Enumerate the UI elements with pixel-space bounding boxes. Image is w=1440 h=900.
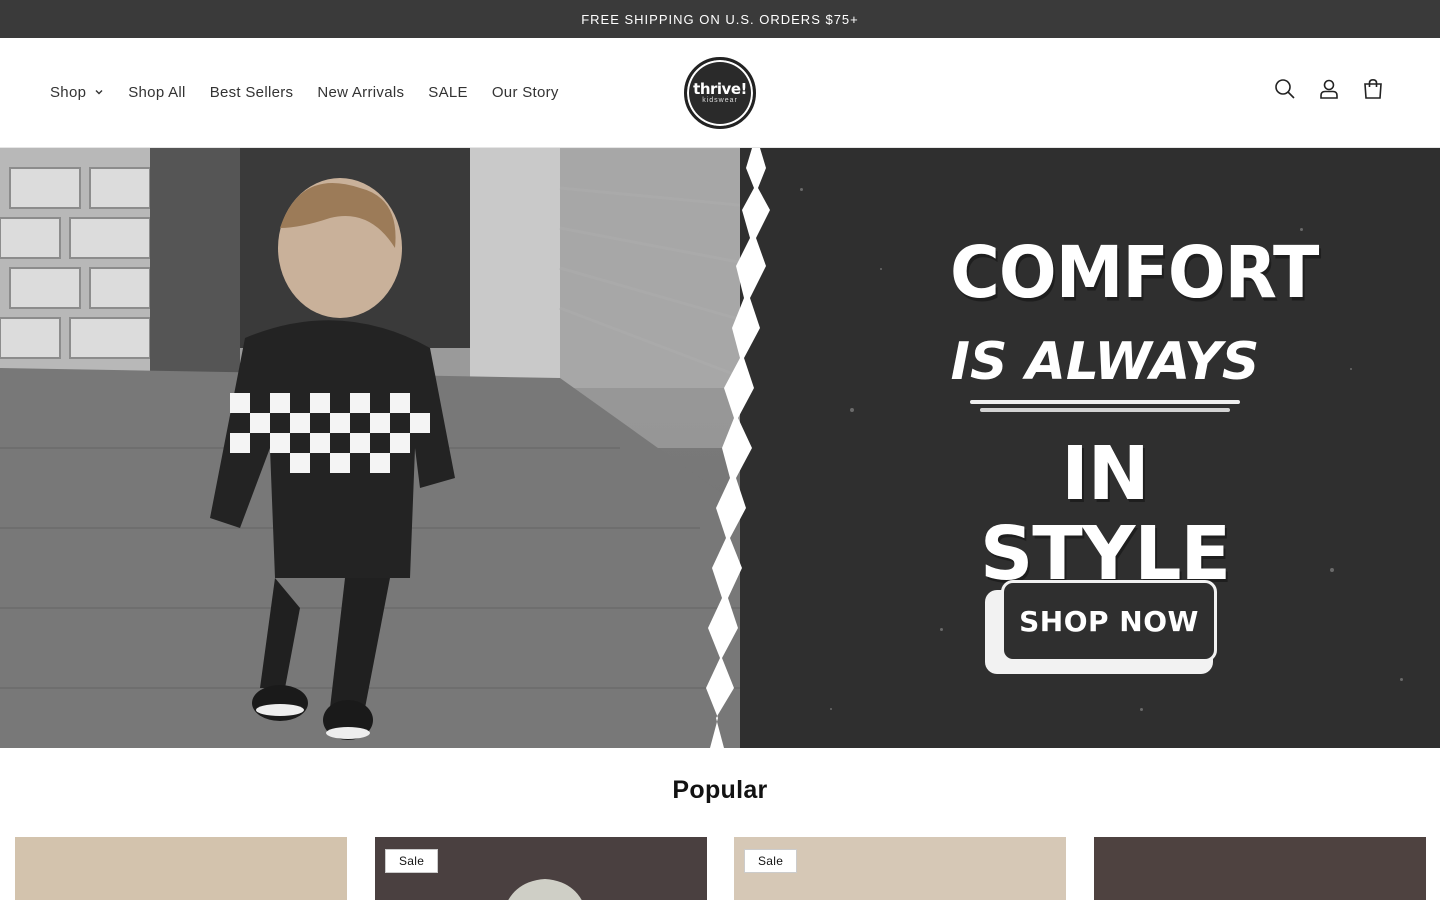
nav-item-best-sellers[interactable]: Best Sellers [210,84,294,101]
hero-underline [970,400,1240,404]
search-icon[interactable] [1274,78,1296,100]
chevron-down-icon [95,90,103,95]
site-header: Shop Shop All Best Sellers New Arrivals … [0,38,1440,148]
shop-now-button[interactable]: SHOP NOW [1001,580,1217,662]
hero-underline-2 [980,408,1230,412]
texture-speck [850,408,854,412]
nav-item-shop[interactable]: Shop [50,84,104,101]
texture-speck [880,268,882,270]
announcement-bar: FREE SHIPPING ON U.S. ORDERS $75+ [0,0,1440,38]
texture-speck [830,708,832,710]
brand-logo[interactable]: thrive! kidswear [684,57,756,129]
hero-banner[interactable]: COMFORT IS ALWAYS IN STYLE SHOP NOW [0,148,1440,748]
texture-speck [1400,678,1403,681]
sale-badge: Sale [385,849,439,873]
announcement-text: FREE SHIPPING ON U.S. ORDERS $75+ [581,11,859,27]
nav-item-our-story[interactable]: Our Story [492,84,559,101]
section-title: Popular [672,776,768,804]
account-icon[interactable] [1318,78,1340,100]
hero-photo [0,148,771,748]
texture-speck [1330,568,1334,572]
texture-speck [1300,228,1303,231]
cart-icon[interactable] [1362,78,1384,100]
texture-speck [800,188,803,191]
torn-paper-edge [706,148,770,748]
hero-photo-illustration [0,148,771,748]
nav-item-shop-all[interactable]: Shop All [128,84,185,101]
product-thumbnail [508,879,582,900]
nav-label-shop: Shop [50,83,87,101]
product-card[interactable]: Sale [734,837,1066,900]
texture-speck [1140,708,1143,711]
hero-copy: COMFORT IS ALWAYS IN STYLE [950,232,1319,597]
texture-speck [1350,368,1352,370]
nav-item-sale[interactable]: SALE [428,84,468,101]
hero-headline-3: IN STYLE [979,431,1231,597]
sale-badge: Sale [744,849,798,873]
logo-brand: thrive! [693,79,747,98]
product-grid: Sale Sale [15,837,1427,900]
texture-speck [940,628,943,631]
nav-item-new-arrivals[interactable]: New Arrivals [317,84,404,101]
product-card[interactable] [1094,837,1426,900]
shop-now-button-wrap: SHOP NOW [985,580,1217,674]
hero-headline-2: IS ALWAYS [950,332,1260,392]
main-nav: Shop Shop All Best Sellers New Arrivals … [50,38,583,146]
product-card[interactable]: Sale [375,837,707,900]
logo-sub: kidswear [702,96,738,104]
header-actions [1274,78,1384,100]
hero-headline-1: COMFORT [950,232,1319,315]
product-card[interactable] [15,837,347,900]
